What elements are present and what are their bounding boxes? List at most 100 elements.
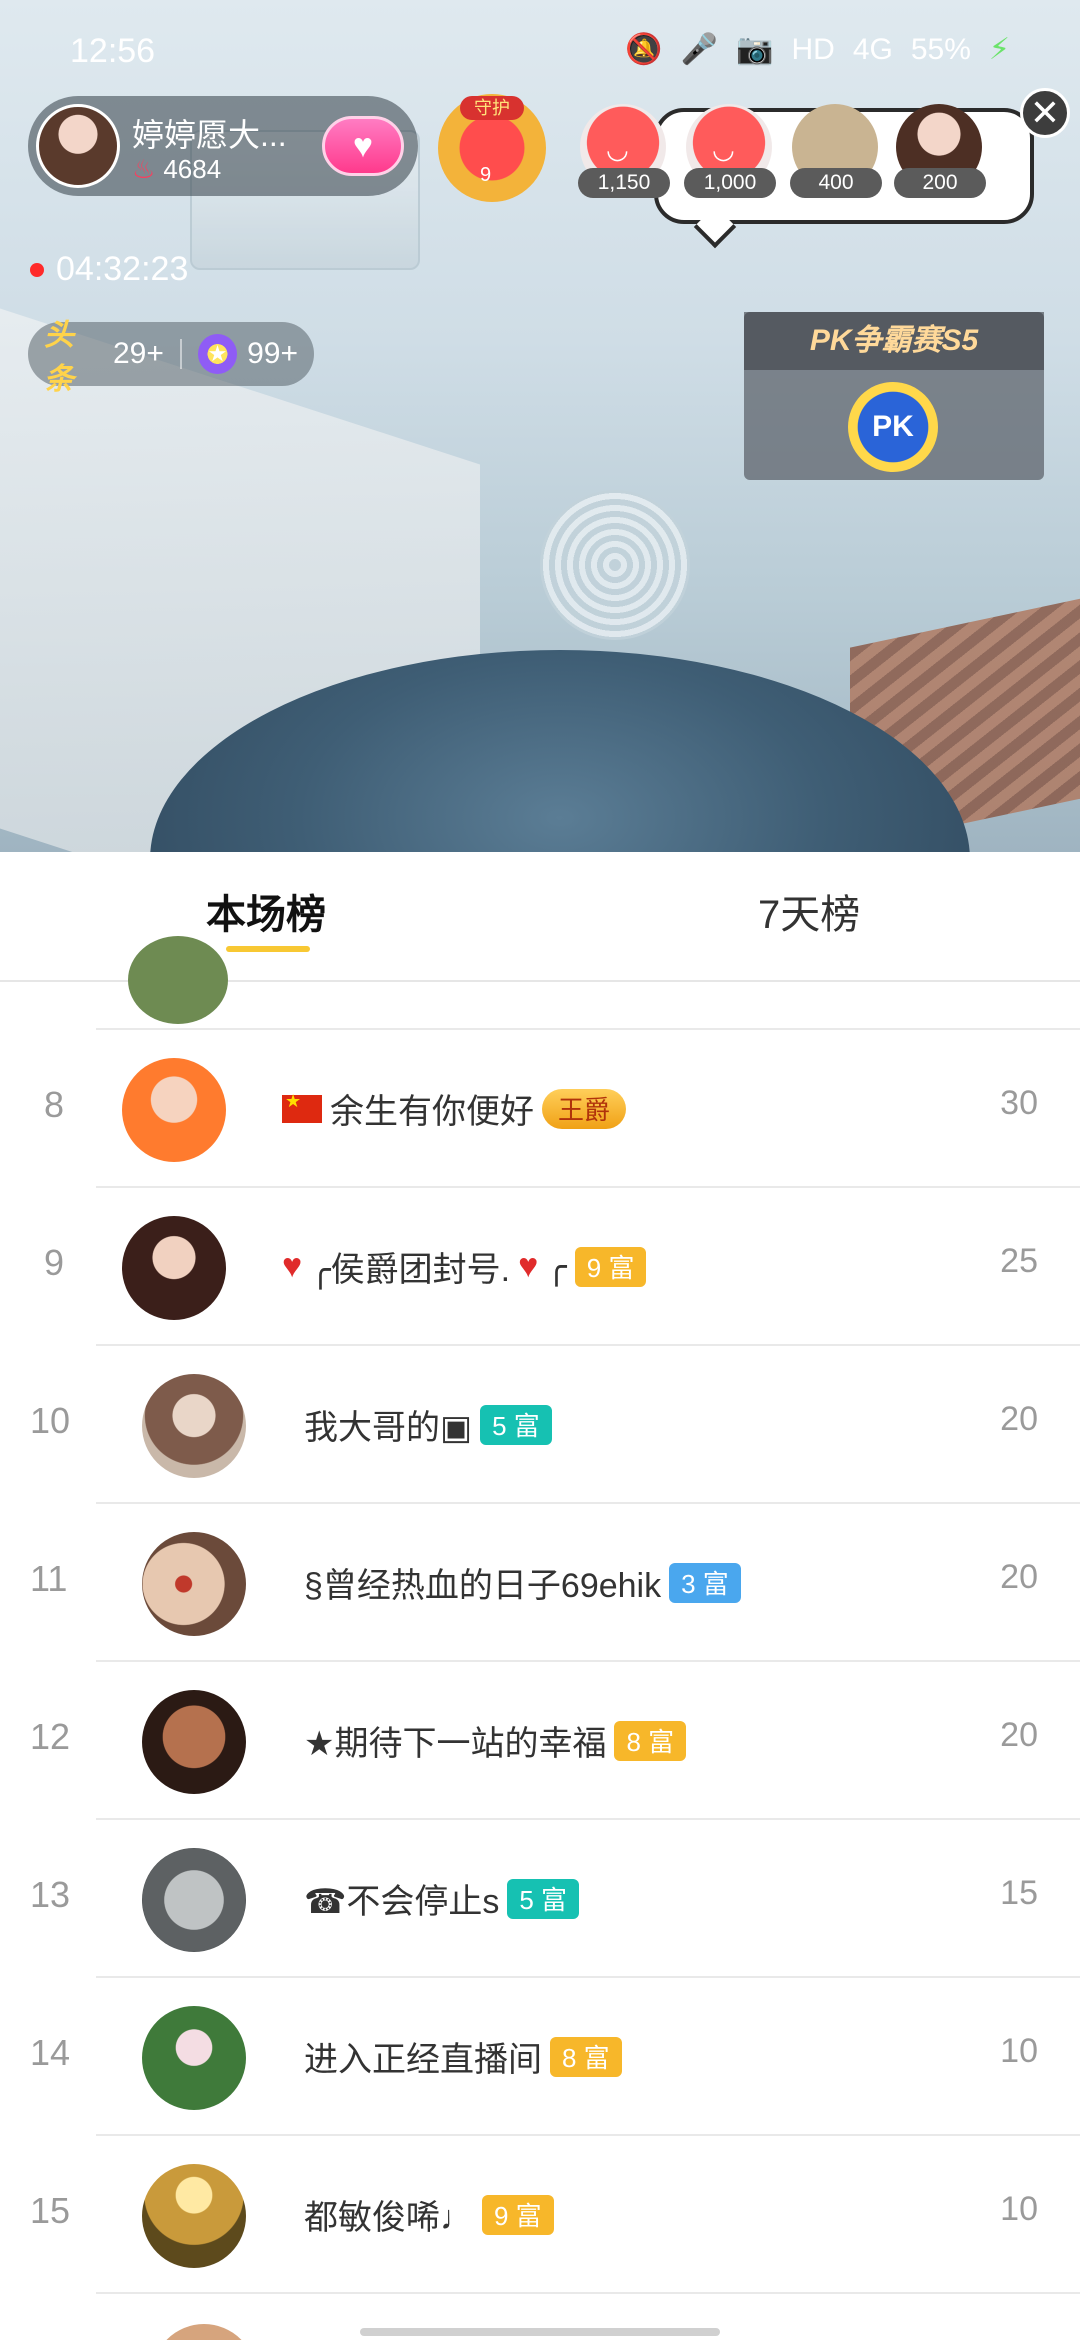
- status-bar: 12:56 🔕 🎤 📷 HD 4G 55% ⚡: [0, 0, 1080, 100]
- star-icon: ★: [197, 334, 238, 374]
- user-name: 都敏俊唏♩: [304, 2199, 474, 2237]
- score: 25: [1000, 1242, 1038, 1280]
- host-info[interactable]: 婷婷愿大... ♨ 4684 ♥: [28, 96, 418, 196]
- user-name-row: §曾经热血的日子69ehik 3 富: [304, 1558, 741, 1607]
- viewer-score: 200: [894, 168, 986, 198]
- live-timer-row: 04:32:23: [30, 250, 188, 289]
- pk-title: PK争霸赛S5: [744, 312, 1044, 370]
- live-video[interactable]: 12:56 🔕 🎤 📷 HD 4G 55% ⚡ 婷婷愿大... ♨ 4684 ♥…: [0, 0, 1080, 852]
- leaderboard-list[interactable]: 8 余生有你便好 王爵 30 9 ♥ ╭侯爵团封号. ♥ ╭ 9 富 25: [0, 936, 1080, 2340]
- face-icon: ◡: [606, 134, 629, 164]
- viewer-score: 400: [790, 168, 882, 198]
- avatar: [128, 936, 228, 1024]
- pk-button[interactable]: PK: [848, 382, 938, 472]
- score: 20: [1000, 1716, 1038, 1754]
- rank-number: 15: [30, 2190, 71, 2231]
- mic-icon: 🎤: [680, 33, 719, 66]
- list-item[interactable]: 12 ★期待下一站的幸福 8 富 20: [30, 1662, 1080, 1820]
- list-item[interactable]: 10 我大哥的▣ 5 富 20: [30, 1346, 1080, 1504]
- leaderboard-panel: 本场榜 7天榜 8 余生有你便好 王爵 30 9 ♥ ╭侯爵团封号. ♥: [0, 852, 1080, 2340]
- host-avatar[interactable]: [36, 104, 120, 188]
- list-item[interactable]: 14 进入正经直播间 8 富 10: [30, 1978, 1080, 2136]
- user-name: 我大哥的▣: [304, 1409, 473, 1447]
- user-name: ★期待下一站的幸福: [304, 1725, 607, 1763]
- heart-icon: ♥: [352, 126, 374, 165]
- user-name-row: ♥ ╭侯爵团封号. ♥ ╭ 9 富: [282, 1242, 647, 1291]
- list-item[interactable]: 9 ♥ ╭侯爵团封号. ♥ ╭ 9 富 25: [44, 1188, 1080, 1346]
- wealth-badge: 5 富: [480, 1404, 552, 1445]
- avatar[interactable]: [142, 1848, 246, 1952]
- tab-7-days[interactable]: 7天榜: [758, 882, 860, 940]
- avatar[interactable]: [142, 1690, 246, 1794]
- mute-icon: 🔕: [625, 33, 663, 66]
- rank-number: 10: [30, 1400, 71, 1441]
- rank-number: 13: [30, 1874, 71, 1915]
- avatar[interactable]: [142, 2164, 246, 2268]
- user-name: ☎不会停止s: [304, 1883, 500, 1921]
- avatar[interactable]: [122, 1058, 226, 1162]
- camera-icon: 📷: [736, 33, 774, 66]
- user-name-row: 都敏俊唏♩ 9 富: [304, 2190, 554, 2239]
- user-name-row: 我大哥的▣ 5 富: [304, 1400, 552, 1449]
- face-icon: ◡: [712, 134, 735, 164]
- list-item[interactable]: 11 §曾经热血的日子69ehik 3 富 20: [30, 1504, 1080, 1662]
- network-label: HD: [791, 32, 835, 66]
- charging-icon: ⚡: [988, 33, 1010, 66]
- tab-current-session[interactable]: 本场榜: [206, 882, 326, 940]
- avatar[interactable]: [142, 2006, 246, 2110]
- guard-level: 9: [480, 164, 492, 186]
- home-indicator[interactable]: [360, 2328, 720, 2336]
- fire-icon: ♨: [132, 154, 156, 184]
- list-item[interactable]: 13 ☎不会停止s 5 富 15: [30, 1820, 1080, 1978]
- list-item[interactable]: 15 都敏俊唏♩ 9 富 10: [30, 2136, 1080, 2294]
- user-name-row: ★期待下一站的幸福 8 富: [304, 1716, 687, 1765]
- pill-divider: [179, 339, 182, 369]
- rank-number: 14: [30, 2032, 71, 2073]
- rank-number: 9: [44, 1242, 65, 1283]
- list-item-partial[interactable]: [96, 936, 1080, 1030]
- follow-button[interactable]: ♥: [322, 116, 404, 176]
- user-name-row: 余生有你便好 王爵: [282, 1084, 627, 1133]
- heart-icon: ♥: [518, 1247, 539, 1285]
- live-timer: 04:32:23: [56, 250, 189, 288]
- score: 15: [1000, 1874, 1038, 1912]
- avatar[interactable]: [122, 1216, 226, 1320]
- guard-badge[interactable]: 守护 9: [438, 94, 546, 202]
- pk-card[interactable]: PK争霸赛S5 PK: [744, 312, 1044, 480]
- avatar[interactable]: [142, 1532, 246, 1636]
- user-name: §曾经热血的日子69ehik: [304, 1567, 662, 1605]
- live-dot-icon: [30, 262, 44, 277]
- status-time: 12:56: [70, 32, 156, 70]
- guard-label: 守护: [460, 96, 524, 120]
- toutiao-count: 29+: [112, 337, 164, 370]
- score: 20: [1000, 1558, 1038, 1596]
- china-flag-icon: [282, 1091, 322, 1123]
- rank-number: 12: [30, 1716, 71, 1757]
- signal-icon: 4G: [852, 32, 893, 66]
- viewer-score: 1,000: [684, 168, 776, 198]
- viewer-score: 1,150: [578, 168, 670, 198]
- host-name: 婷婷愿大...: [132, 117, 287, 153]
- rank-pill[interactable]: 头条 29+ ★ 99+: [28, 319, 314, 396]
- battery-level: 55%: [910, 32, 971, 66]
- toutiao-icon: 头条: [44, 319, 74, 396]
- score: 10: [1000, 2190, 1038, 2228]
- user-name-row: 进入正经直播间 8 富: [304, 2032, 622, 2081]
- avatar[interactable]: [142, 1374, 246, 1478]
- close-button[interactable]: ✕: [1020, 88, 1070, 138]
- tab-underline: [226, 946, 310, 952]
- score: 20: [1000, 1400, 1038, 1438]
- score: 30: [1000, 1084, 1038, 1122]
- avatar: [152, 2324, 256, 2340]
- host-fans-count: 4684: [163, 154, 222, 184]
- wealth-badge: 9 富: [482, 2194, 554, 2235]
- user-name: 余生有你便好: [330, 1093, 534, 1131]
- wealth-badge: 9 富: [574, 1246, 647, 1287]
- wealth-badge: 8 富: [550, 2036, 622, 2077]
- score: 10: [1000, 2032, 1038, 2070]
- list-item[interactable]: 8 余生有你便好 王爵 30: [44, 1030, 1080, 1188]
- rank-number: 8: [44, 1084, 65, 1125]
- wealth-badge: 8 富: [614, 1720, 687, 1761]
- wealth-badge: 3 富: [669, 1562, 741, 1603]
- wealth-badge: 5 富: [507, 1878, 580, 1919]
